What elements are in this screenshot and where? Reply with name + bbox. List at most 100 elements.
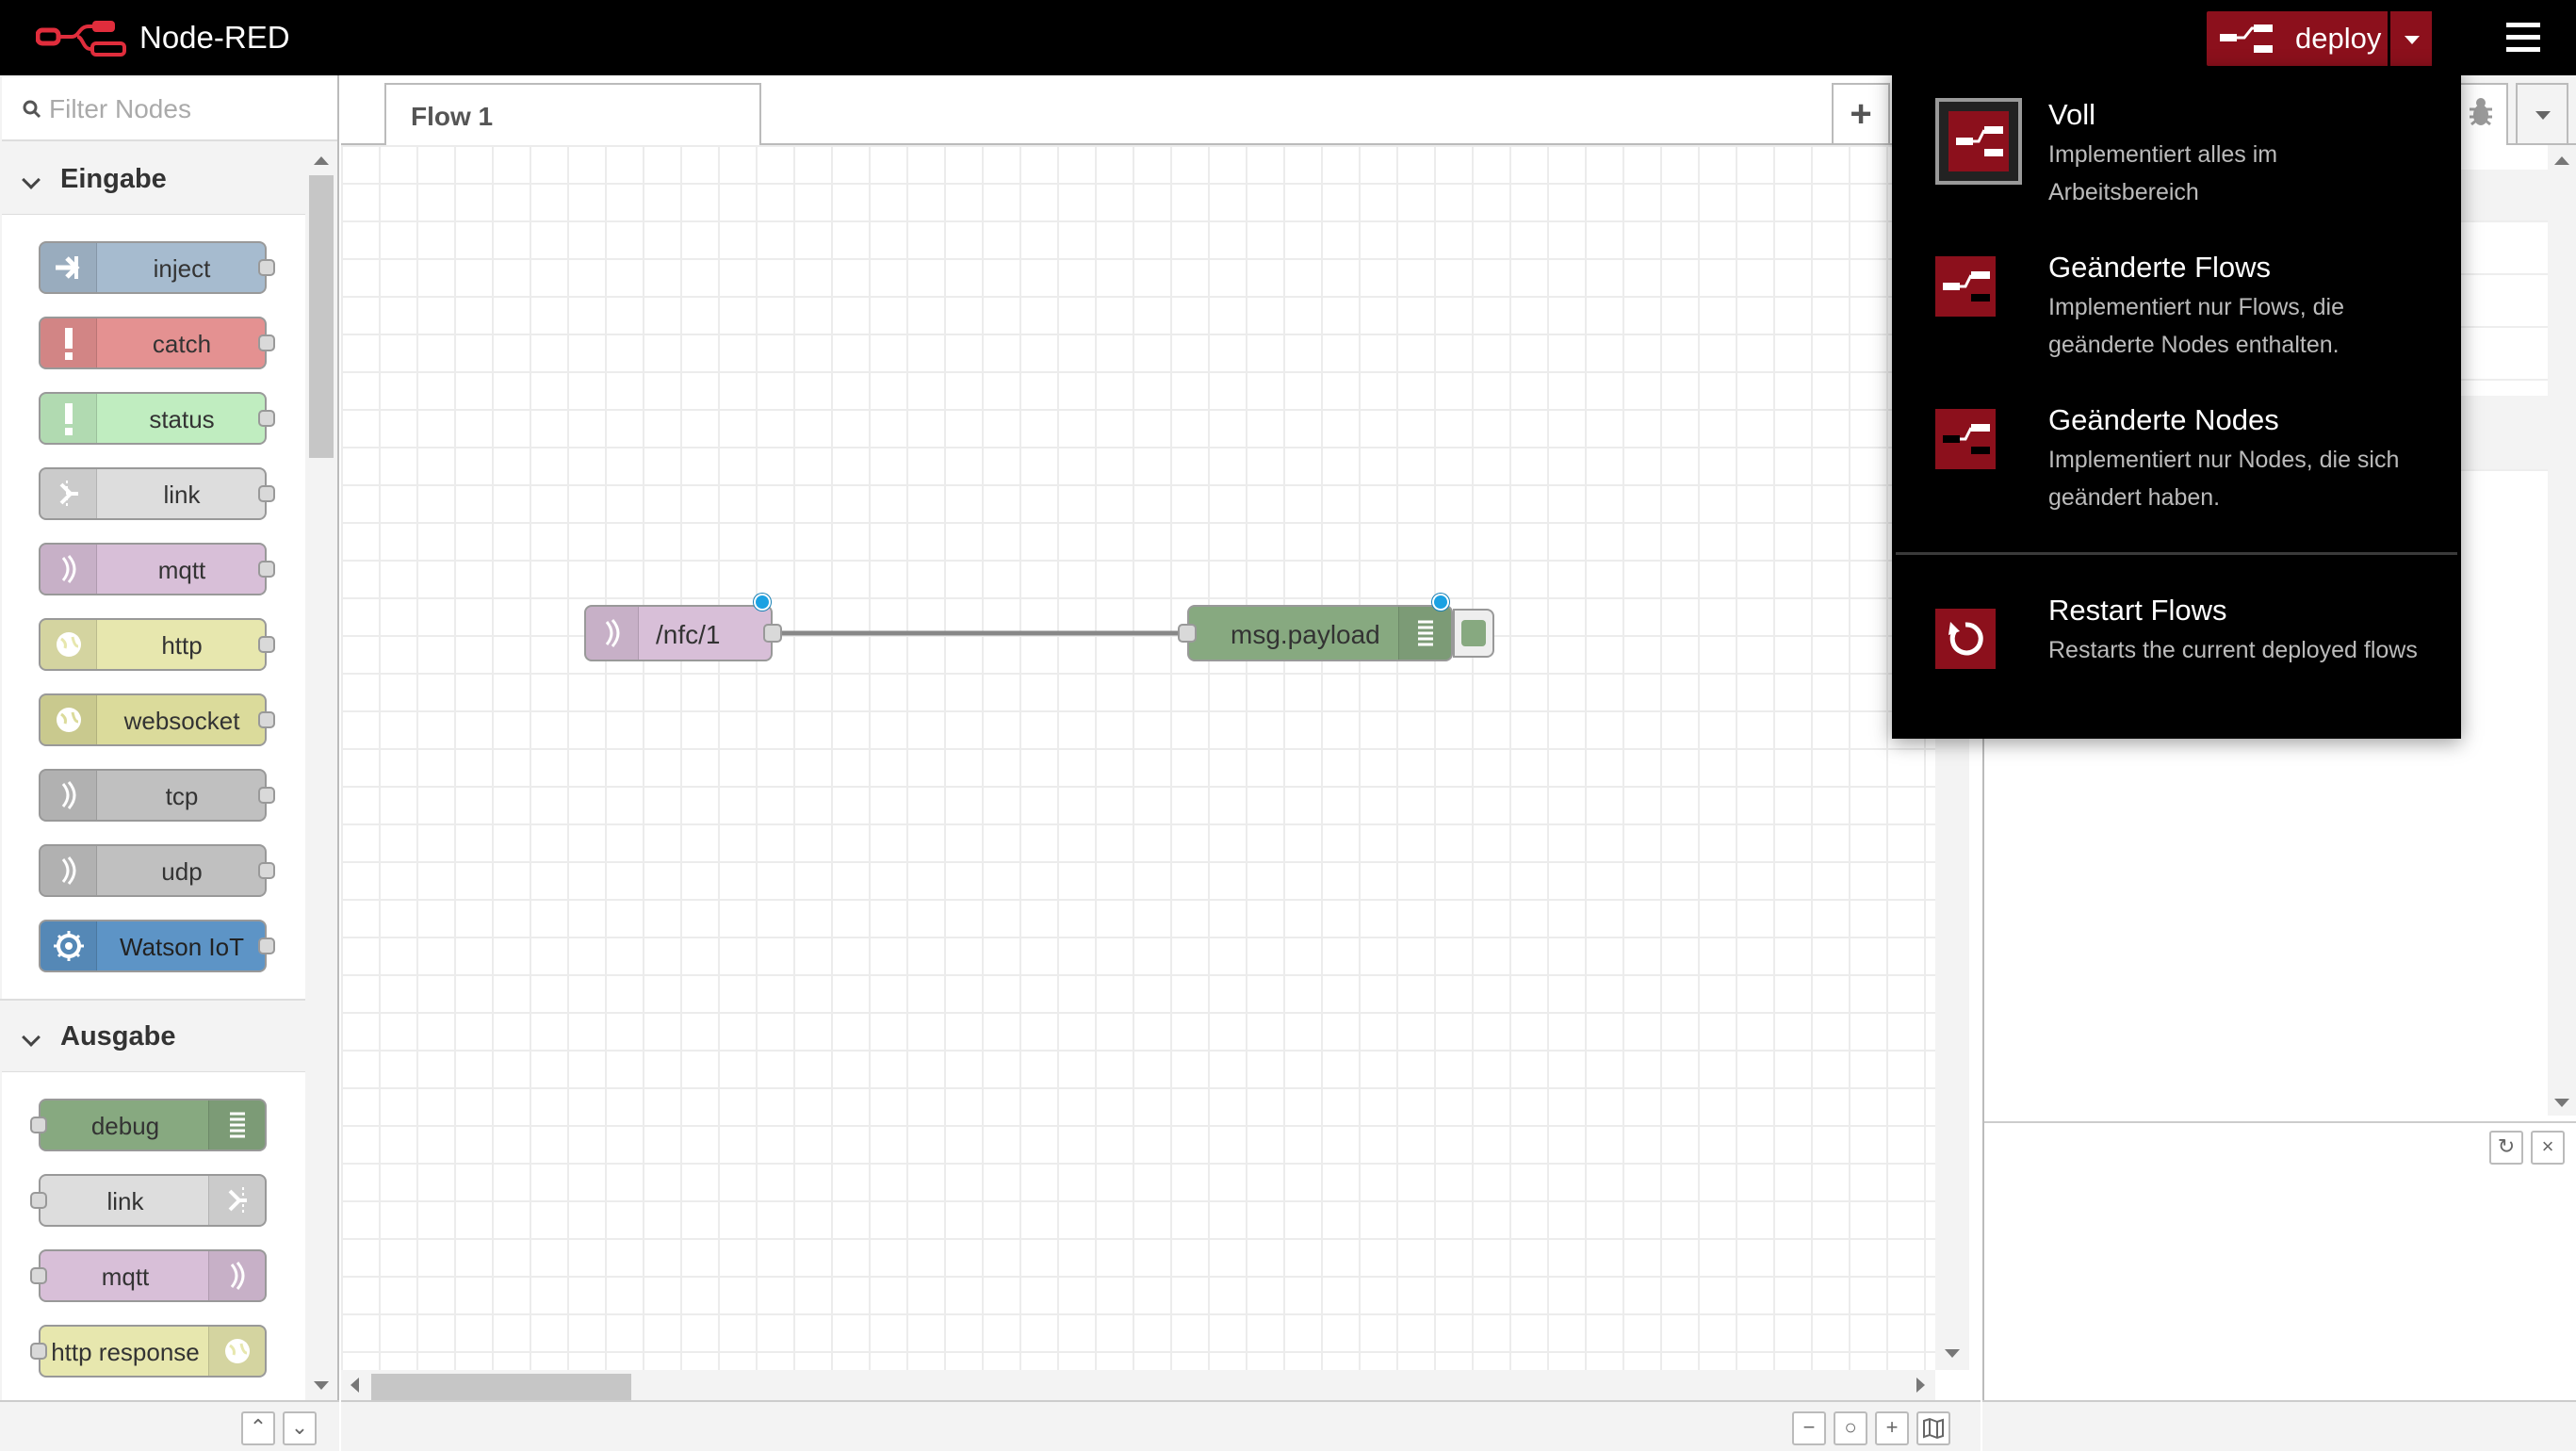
zoom-in-button[interactable]: + [1875,1411,1909,1445]
palette-node-status[interactable]: status [39,392,275,445]
zoom-out-button[interactable]: − [1792,1411,1826,1445]
tab-debug[interactable] [2454,83,2508,145]
bridge-icon [41,545,97,594]
sidebar-footer [1982,1400,2576,1451]
category-header-ausgabe[interactable]: Ausgabe [2,1003,305,1072]
output-port[interactable] [258,410,275,427]
deploy-flows-icon [1935,256,1996,317]
scroll-right-icon[interactable] [1916,1378,1925,1393]
input-port[interactable] [30,1117,47,1133]
input-port[interactable] [30,1267,47,1284]
palette-node-mqtt-in[interactable]: mqtt [39,543,275,595]
deploy-full-icon [1948,111,2009,171]
filter-nodes-input[interactable] [49,90,322,128]
palette-filter [2,77,337,141]
palette-node-watson-iot[interactable]: Watson IoT [39,920,275,972]
list-icon [208,1100,265,1149]
hamburger-icon [2506,23,2540,27]
navigator-map-icon[interactable] [1916,1411,1950,1445]
palette-node-inject[interactable]: inject [39,241,275,294]
globe-icon [41,695,97,744]
bridge-icon [208,1251,265,1300]
input-port[interactable] [1178,624,1197,643]
output-port[interactable] [258,334,275,351]
scroll-down-icon[interactable] [1945,1349,1960,1358]
deploy-option-full[interactable]: Voll Implementiert alles im Arbeitsberei… [1892,68,2461,228]
output-port[interactable] [763,624,782,643]
deploy-dropdown-button[interactable] [2390,11,2432,66]
deploy-option-restart-flows[interactable]: Restart Flows Restarts the current deplo… [1892,571,2461,739]
scroll-up-icon[interactable] [314,156,329,165]
caret-down-icon [2535,111,2551,120]
sidebar-divider[interactable] [1984,1121,2576,1123]
toggle-indicator [1461,620,1486,646]
output-port[interactable] [258,259,275,276]
exclamation-icon [41,318,97,367]
output-port[interactable] [258,636,275,653]
palette-node-http-response[interactable]: http response [30,1325,267,1378]
output-port[interactable] [258,711,275,728]
output-port[interactable] [258,561,275,578]
sidebar-tab-dropdown[interactable] [2516,83,2568,145]
deploy-option-modified-flows[interactable]: Geänderte Flows Implementiert nur Flows,… [1892,228,2461,381]
palette-node-tcp-in[interactable]: tcp [39,769,275,822]
changed-indicator [1432,594,1449,611]
flow-node-mqtt-in[interactable]: /nfc/1 [584,605,773,661]
palette-node-link-out[interactable]: link [30,1174,267,1227]
tab-flow-1[interactable]: Flow 1 [384,83,761,147]
palette-node-debug[interactable]: debug [30,1099,267,1151]
selected-option-frame [1935,98,2022,185]
list-icon [1398,607,1451,660]
changed-indicator [754,594,771,611]
category-header-eingabe[interactable]: Eingabe [2,145,305,215]
palette-node-catch[interactable]: catch [39,317,275,369]
chip-icon [41,921,97,970]
flow-node-debug[interactable]: msg.payload [1187,605,1453,661]
globe-icon [208,1327,265,1376]
deploy-button[interactable]: deploy [2207,11,2388,66]
arrow-in-icon [41,243,97,292]
deploy-nodes-icon [1935,409,1996,469]
collapse-all-button[interactable]: ⌃ [241,1411,275,1445]
zoom-reset-button[interactable]: ○ [1834,1411,1867,1445]
output-port[interactable] [258,485,275,502]
palette-scrollbar-thumb[interactable] [309,175,334,458]
deploy-icon [2220,24,2273,53]
link-icon [208,1176,265,1225]
input-port[interactable] [30,1192,47,1209]
palette-node-link-in[interactable]: link [39,467,275,520]
expand-all-button[interactable]: ⌄ [283,1411,317,1445]
workspace-scrollbar-thumb[interactable] [371,1374,631,1400]
output-port[interactable] [258,937,275,954]
main-menu-button[interactable] [2499,21,2548,55]
bridge-icon [586,607,639,660]
chevron-down-icon [22,171,41,189]
chevron-down-icon [22,1028,41,1047]
scroll-left-icon[interactable] [351,1378,359,1393]
scroll-down-icon[interactable] [2554,1099,2569,1107]
palette-node-mqtt-out[interactable]: mqtt [30,1249,267,1302]
output-port[interactable] [258,787,275,804]
refresh-icon[interactable]: ↻ [2489,1131,2523,1165]
scroll-down-icon[interactable] [314,1381,329,1390]
restart-icon [1935,609,1996,669]
globe-icon [41,620,97,669]
palette-node-udp-in[interactable]: udp [39,844,275,897]
sidebar-scrollbar[interactable] [2548,145,2576,1116]
output-port[interactable] [258,862,275,879]
close-icon[interactable]: × [2531,1131,2565,1165]
header-bar [0,0,2576,75]
scroll-up-icon[interactable] [2554,156,2569,165]
deploy-option-modified-nodes[interactable]: Geänderte Nodes Implementiert nur Nodes,… [1892,381,2461,548]
workspace-footer: − ○ + [341,1400,1981,1451]
input-port[interactable] [30,1343,47,1360]
workspace-canvas[interactable]: /nfc/1 msg.payload [341,145,1935,1370]
deploy-dropdown-menu: Voll Implementiert alles im Arbeitsberei… [1892,68,2461,739]
deploy-label: deploy [2295,22,2382,55]
palette-node-websocket-in[interactable]: websocket [39,693,275,746]
app-title: Node-RED [139,20,290,55]
palette-node-http-in[interactable]: http [39,618,275,671]
add-flow-button[interactable]: + [1832,83,1890,145]
menu-separator [1896,552,2457,555]
debug-toggle-button[interactable] [1453,609,1494,658]
